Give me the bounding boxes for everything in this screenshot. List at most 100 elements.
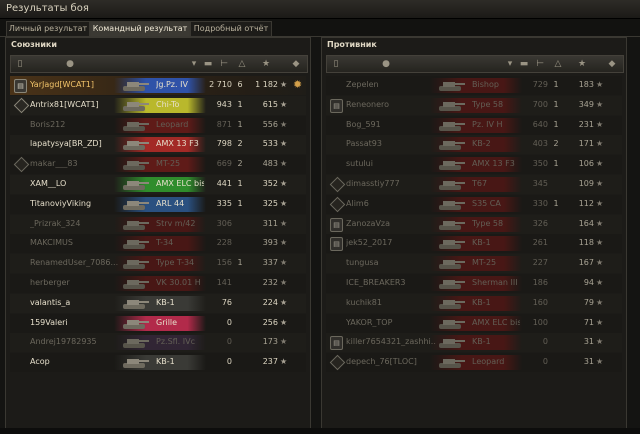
- xp-value: 237: [262, 357, 278, 367]
- table-row[interactable]: Zepelen Bishop 729 1 183 ★: [326, 76, 622, 95]
- window-title: Результаты боя: [6, 3, 89, 14]
- medal-icon[interactable]: ◆: [605, 58, 619, 70]
- tab-team[interactable]: Командный результат: [90, 21, 190, 36]
- vehicle-name: MT-25: [472, 258, 497, 268]
- table-row[interactable]: 159Valeri Grille 0 256 ★: [10, 313, 306, 333]
- table-row[interactable]: lapatysya[BR_ZD] AMX 13 F3 798 2 533 ★: [10, 135, 306, 155]
- table-row[interactable]: ▤ jek52_2017 KB-1 261 118 ★: [326, 234, 622, 254]
- table-row[interactable]: ICE_BREAKER3 Sherman III 186 94 ★: [326, 274, 622, 293]
- xp-value: 109: [578, 179, 594, 188]
- xp-value: 224: [262, 297, 278, 307]
- table-row[interactable]: Antrix81[WCAT1] Chi-To 943 1 615 ★: [10, 95, 306, 115]
- sort-arrow-icon[interactable]: ▾: [187, 58, 201, 70]
- xp-value: 183: [578, 80, 594, 89]
- table-row[interactable]: depech_76[TLOC] Leopard 0 31 ★: [326, 353, 622, 373]
- tab-personal[interactable]: Личный результат: [6, 21, 90, 36]
- xp-value: 232: [262, 278, 278, 287]
- sort-arrow-icon[interactable]: ▾: [503, 58, 517, 70]
- xp-star-icon: ★: [596, 278, 604, 287]
- damage-icon[interactable]: ⊢: [533, 58, 547, 70]
- player-name: YAKOR_TOP: [346, 317, 393, 327]
- table-row[interactable]: makar___83 MT-25 669 2 483 ★: [10, 155, 306, 175]
- vehicle-name: AMX 13 F3: [472, 159, 515, 169]
- vehicle-name: Pz.Sfl. IVc: [156, 337, 195, 347]
- squad-icon[interactable]: ▯: [13, 58, 27, 70]
- damage-value: 141: [216, 278, 232, 287]
- tank-icon: [120, 136, 150, 153]
- vehicle-name: Jg.Pz. IV: [156, 80, 188, 89]
- table-row[interactable]: Boris212 Leopard 871 1 556 ★: [10, 115, 306, 135]
- kills-icon[interactable]: △: [551, 58, 565, 70]
- player-name: Alim6: [346, 198, 369, 208]
- table-row[interactable]: Acop KB-1 0 237 ★: [10, 353, 306, 373]
- xp-star-icon[interactable]: ★: [575, 58, 589, 70]
- kills-value: 1: [553, 99, 559, 109]
- player-name: Andrej19782935: [30, 337, 97, 347]
- vehicle-name: Type 58: [472, 218, 504, 228]
- table-row[interactable]: _Prizrak_324 Strv m/42 306 311 ★: [10, 214, 306, 234]
- table-row[interactable]: herberger VK 30.01 H 141 232 ★: [10, 274, 306, 293]
- kills-value: 1: [237, 179, 243, 188]
- tab-detailed[interactable]: Подробный отчёт: [190, 21, 272, 36]
- damage-icon[interactable]: ⊢: [217, 58, 231, 70]
- vehicle-icon[interactable]: ▬: [517, 58, 531, 70]
- table-row[interactable]: Passat93 KB-2 403 2 171 ★: [326, 135, 622, 155]
- table-row[interactable]: Alim6 S35 CA 330 1 112 ★: [326, 194, 622, 214]
- table-row[interactable]: dimasstiy777 T67 345 109 ★: [326, 175, 622, 194]
- damage-value: 326: [532, 218, 548, 228]
- enemies-panel: Противник ▯ ● ▾ ▬ ⊢ △ ★ ◆ Zepelen Bishop 7…: [321, 37, 627, 429]
- table-row[interactable]: ▤ killer7654321_zashhi... KB-1 0 31 ★: [326, 333, 622, 353]
- damage-value: 100: [532, 317, 548, 327]
- table-row[interactable]: valantis_a KB-1 76 224 ★: [10, 293, 306, 313]
- table-row[interactable]: Bog_591 Pz. IV H 640 1 231 ★: [326, 115, 622, 135]
- table-row[interactable]: TitanoviyViking ARL 44 335 1 325 ★: [10, 194, 306, 214]
- kills-value: 1: [237, 99, 243, 109]
- gear-medal-icon[interactable]: ✹: [293, 78, 305, 92]
- xp-star-icon: ★: [280, 258, 288, 268]
- vehicle-icon[interactable]: ▬: [201, 58, 215, 70]
- xp-star-icon[interactable]: ★: [259, 58, 273, 70]
- table-row[interactable]: MAKCIMUS T-34 228 393 ★: [10, 234, 306, 254]
- table-row[interactable]: ▤ YarJagd[WCAT1] Jg.Pz. IV 2 710 6 1 182 ★ ✹: [10, 76, 306, 95]
- xp-value: 393: [262, 238, 278, 248]
- damage-value: 669: [216, 159, 232, 169]
- player-name: RenamedUser_7086...: [30, 258, 119, 268]
- damage-value: 798: [216, 139, 232, 149]
- xp-star-icon: ★: [280, 119, 288, 129]
- platoon-icon: [13, 97, 30, 114]
- damage-value: 0: [226, 337, 232, 347]
- tank-icon: [436, 216, 466, 233]
- enemies-header: ▯ ● ▾ ▬ ⊢ △ ★ ◆: [326, 55, 624, 73]
- xp-star-icon: ★: [596, 99, 604, 109]
- player-name: XAM__LO: [30, 179, 67, 188]
- xp-star-icon: ★: [596, 337, 604, 347]
- table-row[interactable]: sutului AMX 13 F3 350 1 106 ★: [326, 155, 622, 175]
- table-row[interactable]: Andrej19782935 Pz.Sfl. IVc 0 173 ★: [10, 333, 306, 353]
- table-row[interactable]: XAM__LO AMX ELC bis 441 1 352 ★: [10, 175, 306, 194]
- medal-icon[interactable]: ◆: [289, 58, 303, 70]
- squad-icon: ▤: [330, 98, 343, 113]
- table-row[interactable]: tungusa MT-25 227 167 ★: [326, 254, 622, 274]
- vehicle-name: Pz. IV H: [472, 119, 503, 129]
- xp-value: 79: [583, 297, 594, 307]
- vehicle-name: KB-1: [472, 337, 491, 347]
- vehicle-name: AMX ELC bis: [472, 317, 520, 327]
- table-row[interactable]: kuchik81 KB-1 160 79 ★: [326, 293, 622, 313]
- tank-icon: [120, 235, 150, 252]
- table-row[interactable]: RenamedUser_7086... Type T-34 156 1 337 ★: [10, 254, 306, 274]
- player-name: Boris212: [30, 119, 66, 129]
- player-name: ZanozaVza: [346, 218, 391, 228]
- tank-icon: [436, 117, 466, 134]
- table-row[interactable]: YAKOR_TOP AMX ELC bis 100 71 ★: [326, 313, 622, 333]
- xp-value: 118: [578, 238, 594, 248]
- xp-value: 311: [262, 218, 278, 228]
- player-name: Acop: [30, 357, 50, 367]
- battle-results-window: Результаты боя Личный результат Командны…: [0, 0, 640, 434]
- player-icon[interactable]: ●: [379, 58, 393, 70]
- table-row[interactable]: ▤ Reneonero Type 58 700 1 349 ★: [326, 95, 622, 115]
- squad-icon[interactable]: ▯: [329, 58, 343, 70]
- kills-icon[interactable]: △: [235, 58, 249, 70]
- player-icon[interactable]: ●: [63, 58, 77, 70]
- table-row[interactable]: ▤ ZanozaVza Type 58 326 164 ★: [326, 214, 622, 234]
- player-name: herberger: [30, 278, 70, 287]
